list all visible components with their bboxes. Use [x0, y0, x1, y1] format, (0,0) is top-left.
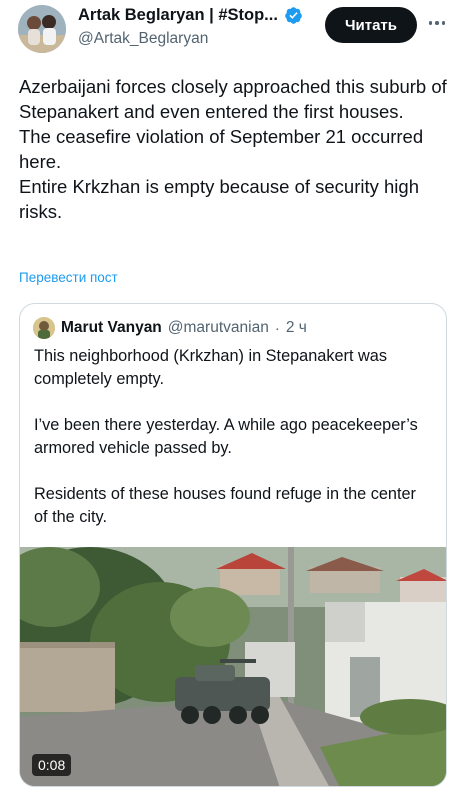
author-display-name[interactable]: Artak Beglaryan | #Stop...	[78, 6, 278, 25]
tweet-paragraph: Azerbaijani forces closely approached th…	[19, 76, 447, 122]
quoted-paragraph: This neighborhood (Krkzhan) in Stepanake…	[34, 347, 387, 388]
author-name-row[interactable]: Artak Beglaryan | #Stop...	[78, 6, 303, 25]
quoted-author-display-name[interactable]: Marut Vanyan	[61, 319, 162, 337]
tweet-paragraph: Entire Krkzhan is empty because of secur…	[19, 176, 419, 222]
quoted-tweet-time[interactable]: 2 ч	[286, 319, 307, 337]
quoted-author-handle[interactable]: @marutvanian	[168, 319, 269, 337]
author-avatar[interactable]	[18, 5, 66, 53]
quoted-author-avatar-image	[33, 317, 55, 339]
quoted-paragraph: Residents of these houses found refuge i…	[34, 485, 416, 526]
tweet-text: Azerbaijani forces closely approached th…	[19, 74, 449, 224]
quoted-tweet-text: This neighborhood (Krkzhan) in Stepanake…	[34, 345, 434, 552]
author-avatar-image	[18, 5, 66, 53]
more-options-icon[interactable]	[424, 10, 450, 36]
separator-dot: ·	[274, 319, 280, 337]
translate-post-link[interactable]: Перевести пост	[19, 270, 118, 285]
video-duration: 0:08	[32, 754, 72, 776]
follow-button[interactable]: Читать	[325, 7, 417, 43]
quoted-author-avatar[interactable]	[33, 317, 55, 339]
tweet-header: Artak Beglaryan | #Stop... @Artak_Beglar…	[0, 0, 466, 58]
video-thumbnail	[20, 547, 446, 786]
verified-badge-icon	[285, 7, 302, 24]
author-handle[interactable]: @Artak_Beglaryan	[78, 30, 208, 48]
video-player[interactable]: 0:08	[20, 547, 446, 786]
quoted-tweet-header: Marut Vanyan @marutvanian · 2 ч	[33, 317, 307, 339]
quoted-tweet-card[interactable]: Marut Vanyan @marutvanian · 2 ч This nei…	[19, 303, 447, 787]
quoted-paragraph: I’ve been there yesterday. A while ago p…	[34, 416, 418, 457]
tweet-paragraph: The ceasefire violation of September 21 …	[19, 126, 424, 172]
